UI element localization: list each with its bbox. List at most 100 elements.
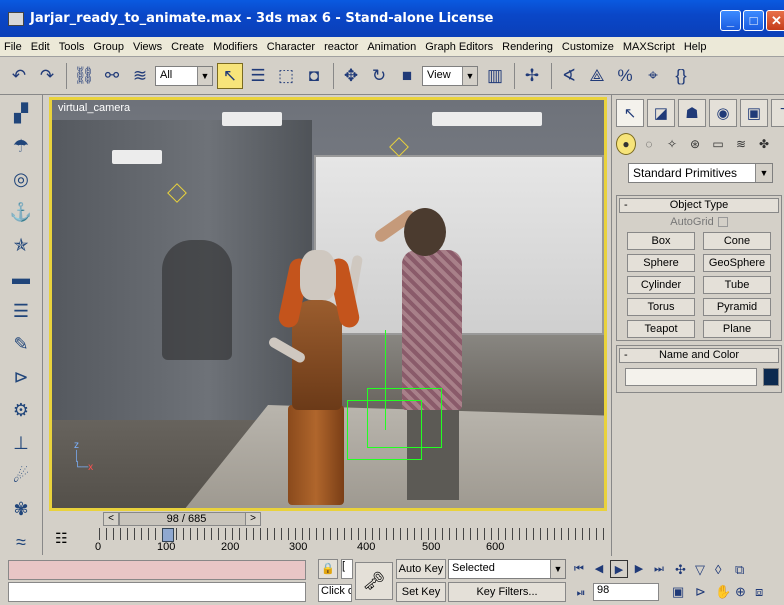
go-to-end-icon[interactable]: ⏭	[650, 560, 668, 578]
menu-customize[interactable]: Customize	[562, 41, 614, 53]
set-key-icon[interactable]: 🗝	[355, 562, 393, 600]
camera-viewport[interactable]: virtual_camera z │ └─x	[49, 97, 607, 511]
next-frame-icon[interactable]: ▶	[630, 560, 648, 578]
display-tab-icon[interactable]: ▣	[740, 99, 768, 127]
character-legs[interactable]	[288, 405, 344, 505]
rectangular-selection-icon[interactable]: ⬚	[273, 63, 299, 89]
play-icon[interactable]: ▶	[610, 560, 628, 578]
cameras-icon[interactable]: ⊛	[685, 133, 705, 155]
select-and-link-icon[interactable]: ⛓	[71, 63, 97, 89]
compounds-tab-icon[interactable]: ◎	[6, 164, 36, 194]
bind-space-warp-icon[interactable]: ≋	[127, 63, 153, 89]
current-frame-field[interactable]: 98	[593, 583, 659, 601]
objects-tab-icon[interactable]: ▞	[6, 98, 36, 128]
hierarchy-tab-icon[interactable]: ☗	[678, 99, 706, 127]
select-by-name-icon[interactable]: ☰	[245, 63, 271, 89]
helpers-icon[interactable]: ▭	[708, 133, 728, 155]
unlink-icon[interactable]: ⚯	[99, 63, 125, 89]
menu-graph-editors[interactable]: Graph Editors	[425, 41, 493, 53]
plane-button[interactable]: Plane	[703, 320, 771, 338]
set-key-button[interactable]: Set Key	[396, 582, 446, 602]
window-crossing-icon[interactable]: ◘	[301, 63, 327, 89]
shapes-tab-icon[interactable]: ☂	[6, 131, 36, 161]
go-to-start-icon[interactable]: ⏮	[570, 560, 588, 578]
time-slider-thumb[interactable]: 98 / 685	[119, 512, 254, 526]
curve-editor-icon[interactable]: ☷	[55, 530, 68, 547]
auto-key-button[interactable]: Auto Key	[396, 559, 446, 579]
autogrid-checkbox[interactable]	[717, 217, 728, 228]
select-and-rotate-icon[interactable]: ↻	[366, 63, 392, 89]
key-mode-dropdown[interactable]: Selected ▼	[448, 559, 566, 579]
cone-button[interactable]: Cone	[703, 232, 771, 250]
particles-tab-icon[interactable]: ✯	[6, 230, 36, 260]
more-tab-icon[interactable]: ≈	[6, 527, 36, 557]
zoom-icon[interactable]: ✣	[675, 562, 686, 578]
nurbs-tab-icon[interactable]: ☰	[6, 296, 36, 326]
maxscript-listener-input[interactable]	[8, 582, 306, 602]
shapes-icon[interactable]: ◌	[639, 133, 659, 155]
menu-reactor[interactable]: reactor	[324, 41, 358, 53]
object-type-header[interactable]: - Object Type	[619, 198, 779, 213]
light-marker[interactable]	[389, 137, 409, 157]
menu-animation[interactable]: Animation	[367, 41, 416, 53]
menu-modifiers[interactable]: Modifiers	[213, 41, 258, 53]
collapse-icon[interactable]: -	[624, 349, 628, 362]
zoom-all-icon[interactable]: ▽	[695, 562, 705, 578]
chevron-down-icon[interactable]: ▼	[197, 66, 212, 85]
time-configuration-icon[interactable]: ▣	[672, 584, 684, 600]
menu-file[interactable]: File	[4, 41, 22, 53]
geometry-icon[interactable]: ●	[616, 133, 636, 155]
angle-snap-icon[interactable]: ⟁	[584, 63, 610, 89]
space-warps-tab-icon[interactable]: ⊥	[6, 428, 36, 458]
snaps-toggle-icon[interactable]: ∢	[556, 63, 582, 89]
modifiers-tab-icon[interactable]: ⊳	[6, 362, 36, 392]
minimize-button[interactable]: _	[720, 10, 741, 31]
menu-views[interactable]: Views	[133, 41, 162, 53]
name-and-color-header[interactable]: - Name and Color	[619, 348, 779, 363]
select-and-move-icon[interactable]: ✥	[338, 63, 364, 89]
lights-tab-icon[interactable]: ⚓	[6, 197, 36, 227]
time-slider-prev[interactable]: <	[103, 512, 119, 526]
lights-icon[interactable]: ✧	[662, 133, 682, 155]
pivot-point-icon[interactable]: ▥	[482, 63, 508, 89]
undo-icon[interactable]: ↶	[6, 63, 32, 89]
reactor-tab-icon[interactable]: ✾	[6, 494, 36, 524]
previous-frame-icon[interactable]: ◀	[590, 560, 608, 578]
cameras-tab-icon[interactable]: ☄	[6, 461, 36, 491]
collapse-icon[interactable]: -	[624, 199, 628, 212]
menu-maxscript[interactable]: MAXScript	[623, 41, 675, 53]
systems-icon[interactable]: ✤	[754, 133, 774, 155]
chevron-down-icon[interactable]: ▼	[550, 560, 565, 578]
viewport-label[interactable]: virtual_camera	[58, 102, 130, 114]
reference-coord-dropdown[interactable]: View ▼	[422, 65, 478, 86]
utilities-tab-icon[interactable]: T	[771, 99, 784, 127]
menu-help[interactable]: Help	[684, 41, 707, 53]
menu-group[interactable]: Group	[93, 41, 124, 53]
key-mode-toggle-icon[interactable]: ⏯	[572, 584, 590, 602]
maxscript-listener-output[interactable]	[8, 560, 306, 580]
dynamics-tab-icon[interactable]: ✎	[6, 329, 36, 359]
pan-icon[interactable]: ⧉	[735, 562, 744, 578]
hand-pan-icon[interactable]: ✋	[715, 584, 731, 600]
close-button[interactable]: ✕	[766, 10, 784, 31]
chevron-down-icon[interactable]: ▼	[462, 66, 477, 85]
tube-button[interactable]: Tube	[703, 276, 771, 294]
field-of-view-icon[interactable]: ◊	[715, 562, 721, 577]
time-slider-next[interactable]: >	[245, 512, 261, 526]
primitive-category-dropdown[interactable]: Standard Primitives ▼	[628, 163, 773, 183]
menu-tools[interactable]: Tools	[59, 41, 85, 53]
trackbar[interactable]: ☷ 0 100 200 300 400 500 600	[49, 528, 611, 556]
sphere-button[interactable]: Sphere	[627, 254, 695, 272]
cylinder-button[interactable]: Cylinder	[627, 276, 695, 294]
teapot-button[interactable]: Teapot	[627, 320, 695, 338]
geosphere-button[interactable]: GeoSphere	[703, 254, 771, 272]
pyramid-button[interactable]: Pyramid	[703, 298, 771, 316]
space-warps-icon[interactable]: ≋	[731, 133, 751, 155]
object-name-field[interactable]	[625, 368, 757, 386]
patch-grids-tab-icon[interactable]: ▬	[6, 263, 36, 293]
select-and-manipulate-icon[interactable]: ✢	[519, 63, 545, 89]
torus-button[interactable]: Torus	[627, 298, 695, 316]
truck-camera-icon[interactable]: ⊳	[695, 584, 706, 600]
character-head[interactable]	[300, 250, 336, 300]
helpers-tab-icon[interactable]: ⚙	[6, 395, 36, 425]
